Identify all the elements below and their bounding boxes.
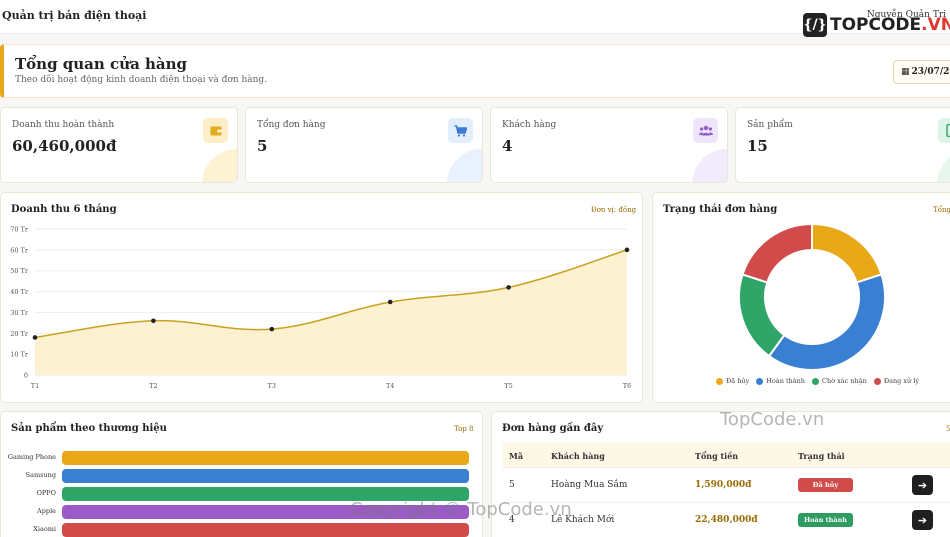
x-tick-label: T3 — [268, 382, 276, 390]
data-point — [506, 285, 511, 290]
app-title: Quản trị bán điện thoại — [2, 9, 147, 22]
stat-value: 4 — [502, 137, 513, 155]
donut-slice — [767, 273, 886, 371]
data-point — [624, 247, 630, 253]
stat-value: 5 — [257, 137, 268, 155]
stat-card-revenue: Doanh thu hoàn thành 60,460,000đ — [0, 107, 238, 183]
y-tick-label: 50 Tr — [10, 267, 29, 275]
revenue-chart: 0 10 Tr 20 Tr 30 Tr 40 Tr 50 Tr 60 Tr 70 Tr T1 T2… — [10, 226, 631, 391]
legend-item[interactable]: Đang xử lý — [873, 377, 919, 385]
y-tick-label: 70 Tr — [10, 226, 29, 234]
arrow-right-icon: ➔ — [917, 513, 928, 527]
row-divider — [503, 467, 950, 468]
legend-swatch — [873, 377, 881, 385]
column-header-customer: Khách hàng — [551, 451, 605, 461]
order-total: 1,590,000đ — [695, 480, 752, 490]
y-tick-label: 20 Tr — [10, 330, 29, 338]
legend-item[interactable]: Hoàn thành — [756, 377, 805, 385]
donut-slice — [741, 222, 813, 284]
stat-label: Tổng đơn hàng — [257, 120, 326, 130]
y-tick-label: 10 Tr — [10, 351, 29, 359]
legend-swatch — [812, 377, 819, 385]
panel-note: 5 — [946, 425, 950, 433]
x-tick-label: T1 — [31, 382, 39, 390]
arrow-right-icon: ➔ — [917, 478, 928, 492]
donut-slice — [811, 222, 883, 284]
donut-slice — [738, 273, 786, 358]
x-tick-label: T4 — [386, 382, 394, 390]
stat-value: 60,460,000đ — [12, 137, 117, 155]
cart-icon — [448, 118, 473, 143]
donut-legend: Đã hủy Hoàn thành Chờ xác nhận Đang xử l… — [716, 377, 926, 385]
order-status-donut — [738, 222, 886, 371]
stat-card-orders: Tổng đơn hàng 5 — [245, 107, 483, 183]
logo-text: TOPCODE.VN — [830, 15, 950, 35]
decor-circle — [447, 149, 482, 182]
stat-card-customers: Khách hàng 4 — [490, 107, 728, 183]
y-tick-label: 40 Tr — [10, 288, 29, 296]
y-tick-label: 60 Tr — [10, 246, 29, 254]
brand-bar — [62, 451, 469, 465]
y-tick-label: 0 — [24, 372, 28, 380]
stat-label: Khách hàng — [502, 120, 557, 130]
data-point — [151, 318, 156, 324]
decor-circle — [937, 149, 950, 182]
brand-bar — [62, 523, 469, 537]
users-icon — [693, 118, 718, 143]
calendar-icon: ▦ — [901, 67, 910, 77]
stat-value: 15 — [747, 137, 768, 155]
top-bar: Quản trị bán điện thoại Nguyễn Quản Trị … — [0, 0, 950, 37]
page-title: Tổng quan cửa hàng — [15, 55, 188, 73]
decor-circle — [202, 149, 237, 182]
date-text: 23/07/2026 — [911, 67, 950, 77]
topcode-logo: {/} TOPCODE.VN — [803, 12, 950, 38]
watermark-copyright: Copyright © TopCode.vn — [350, 499, 572, 520]
data-point — [387, 299, 393, 305]
legend-swatch — [716, 377, 723, 385]
panel-title: Đơn hàng gần đây — [502, 423, 604, 434]
status-badge: Hoàn thành — [798, 513, 853, 527]
stat-card-products: Sản phẩm 15 — [735, 107, 950, 183]
stat-label: Sản phẩm — [747, 120, 793, 130]
x-tick-label: T6 — [623, 382, 631, 390]
code-logo-icon: {/} — [803, 13, 827, 37]
data-point — [269, 326, 275, 332]
status-badge: Đã hủy — [798, 478, 853, 492]
date-chip[interactable]: ▦ 23/07/2026 — [893, 60, 950, 84]
order-total: 22,480,000đ — [695, 515, 758, 525]
data-point — [32, 335, 38, 340]
order-customer: Hoàng Mua Sắm — [551, 480, 628, 490]
page-subtitle: Theo dõi hoạt động kinh doanh điện thoại… — [15, 75, 268, 85]
column-header-id: Mã — [509, 451, 524, 461]
overview-banner: Tổng quan cửa hàng Theo dõi hoạt động ki… — [0, 44, 950, 98]
legend-item[interactable]: Đã hủy — [716, 377, 749, 385]
stat-label: Doanh thu hoàn thành — [12, 120, 115, 130]
legend-swatch — [756, 377, 764, 385]
watermark-site: TopCode.vn — [720, 409, 825, 430]
decor-circle — [692, 149, 727, 182]
x-tick-label: T5 — [504, 382, 512, 390]
legend-item[interactable]: Chờ xác nhận — [812, 377, 867, 385]
y-tick-label: 30 Tr — [10, 309, 29, 317]
view-order-button[interactable]: ➔ — [912, 475, 933, 495]
wallet-icon — [203, 118, 228, 143]
brand-bar — [62, 469, 469, 483]
column-header-total: Tổng tiền — [695, 451, 739, 461]
view-order-button[interactable]: ➔ — [912, 510, 933, 530]
column-header-status: Trạng thái — [798, 451, 845, 461]
order-id: 5 — [509, 480, 515, 490]
phone-icon — [938, 118, 950, 143]
x-tick-label: T2 — [149, 382, 157, 390]
